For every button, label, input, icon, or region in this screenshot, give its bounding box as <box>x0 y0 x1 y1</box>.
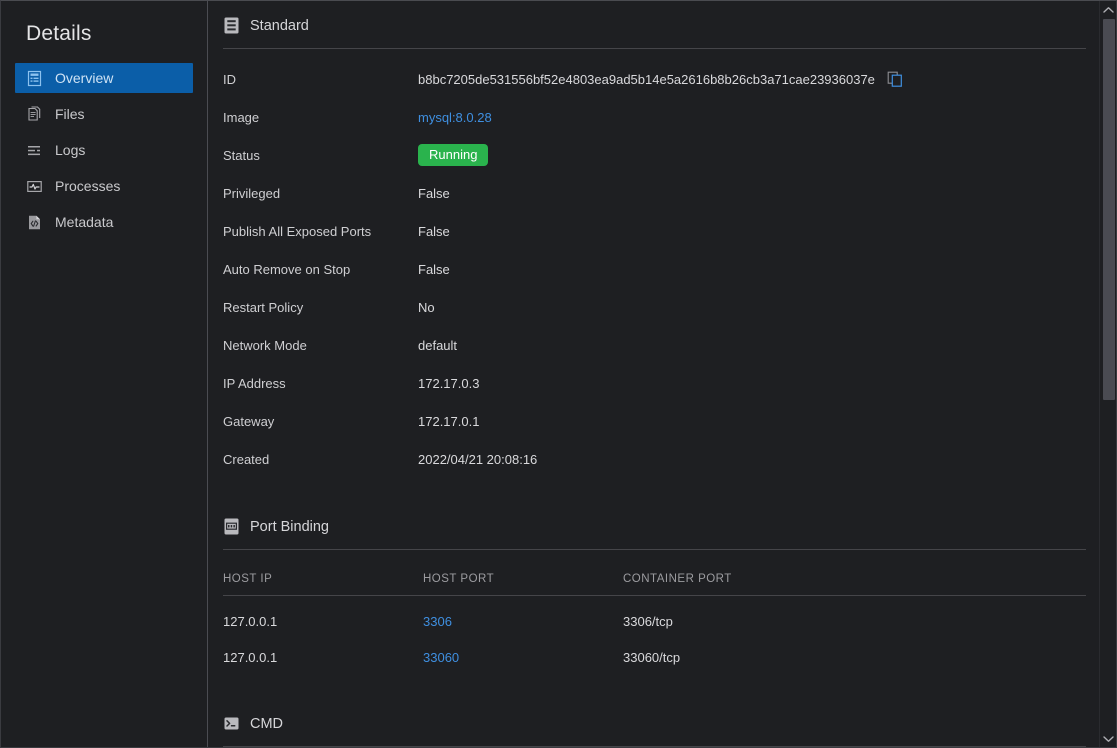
table-row[interactable]: 127.0.0.1 33060 33060/tcp <box>223 639 1086 675</box>
property-row-restart-policy: Restart Policy No <box>223 288 1086 326</box>
property-key: Gateway <box>223 413 275 429</box>
table-row[interactable]: 127.0.0.1 3306 3306/tcp <box>223 603 1086 639</box>
files-icon <box>25 105 43 123</box>
cell-host-port-link[interactable]: 33060 <box>423 650 623 665</box>
section-header-port-binding: Port Binding <box>223 502 1086 535</box>
processes-icon <box>25 177 43 195</box>
property-key: Publish All Exposed Ports <box>223 223 372 239</box>
property-row-auto-remove-on-stop: Auto Remove on Stop False <box>223 250 1086 288</box>
property-value: 172.17.0.3 <box>418 375 480 391</box>
property-row-status: Status Running <box>223 136 1086 174</box>
property-key: Network Mode <box>223 337 307 353</box>
section-title: Standard <box>250 17 309 34</box>
property-key: Image <box>223 109 260 125</box>
property-value-wrapper: b8bc7205de531556bf52e4803ea9ad5b14e5a261… <box>418 71 903 87</box>
content-scroll-area: Standard ID b8bc7205de531556bf52e4803ea9… <box>208 1 1116 747</box>
property-row-gateway: Gateway 172.17.0.1 <box>223 402 1086 440</box>
vertical-scrollbar[interactable] <box>1099 1 1116 747</box>
section-header-cmd: CMD <box>223 699 1086 732</box>
status-badge: Running <box>418 144 489 166</box>
column-header-host-port: HOST PORT <box>423 572 495 585</box>
property-value: No <box>418 299 435 315</box>
property-key: IP Address <box>223 375 286 391</box>
property-key: Privileged <box>223 185 281 201</box>
property-value: False <box>418 185 450 201</box>
content-panel: Standard ID b8bc7205de531556bf52e4803ea9… <box>208 1 1116 747</box>
property-value: 2022/04/21 20:08:16 <box>418 451 538 467</box>
property-row-id: ID b8bc7205de531556bf52e4803ea9ad5b14e5a… <box>223 60 1086 98</box>
property-value: False <box>418 261 450 277</box>
property-value-image-link[interactable]: mysql:8.0.28 <box>418 110 492 125</box>
column-header-host-ip: HOST IP <box>223 572 273 585</box>
section-title: CMD <box>250 715 284 732</box>
property-row-created: Created 2022/04/21 20:08:16 <box>223 440 1086 478</box>
property-value-wrapper: Running <box>418 144 489 166</box>
details-window: Details Overview Files Logs Processes Me… <box>0 0 1117 748</box>
column-header-container-port: CONTAINER PORT <box>623 572 732 585</box>
property-key: Created <box>223 451 270 467</box>
port-binding-table: HOST IP HOST PORT CONTAINER PORT 127.0.0… <box>223 562 1086 675</box>
cell-host-port-link[interactable]: 3306 <box>423 614 623 629</box>
section-divider <box>223 48 1086 49</box>
cell-container-port: 3306/tcp <box>623 613 673 629</box>
metadata-icon <box>25 213 43 231</box>
logs-icon <box>25 141 43 159</box>
property-value: b8bc7205de531556bf52e4803ea9ad5b14e5a261… <box>418 71 875 87</box>
property-value: False <box>418 223 450 239</box>
sidebar-nav: Overview Files Logs Processes Metadata <box>1 63 207 237</box>
table-header-row: HOST IP HOST PORT CONTAINER PORT <box>223 562 1086 596</box>
sidebar-item-label: Overview <box>55 70 114 86</box>
sidebar-item-processes[interactable]: Processes <box>15 171 193 201</box>
property-key: Restart Policy <box>223 299 304 315</box>
cell-container-port: 33060/tcp <box>623 649 681 665</box>
sidebar-item-label: Files <box>55 106 85 122</box>
property-row-privileged: Privileged False <box>223 174 1086 212</box>
sidebar-item-overview[interactable]: Overview <box>15 63 193 93</box>
cell-host-ip: 127.0.0.1 <box>223 649 278 665</box>
standard-properties: ID b8bc7205de531556bf52e4803ea9ad5b14e5a… <box>223 60 1086 478</box>
network-port-icon <box>223 518 240 535</box>
property-key: ID <box>223 71 236 87</box>
section-header-standard: Standard <box>223 1 1086 34</box>
section-divider <box>223 746 1086 747</box>
copy-icon[interactable] <box>887 71 903 87</box>
sidebar-item-logs[interactable]: Logs <box>15 135 193 165</box>
sidebar-item-files[interactable]: Files <box>15 99 193 129</box>
cell-host-ip: 127.0.0.1 <box>223 613 278 629</box>
sidebar-item-label: Logs <box>55 142 86 158</box>
property-value: default <box>418 337 458 353</box>
sidebar-item-metadata[interactable]: Metadata <box>15 207 193 237</box>
sidebar-item-label: Processes <box>55 178 121 194</box>
chevron-up-icon[interactable] <box>1100 1 1116 18</box>
terminal-icon <box>223 715 240 732</box>
chevron-down-icon[interactable] <box>1100 730 1116 747</box>
section-divider <box>223 549 1086 550</box>
property-row-publish-all-exposed-ports: Publish All Exposed Ports False <box>223 212 1086 250</box>
page-title: Details <box>26 22 92 45</box>
sidebar-item-label: Metadata <box>55 214 114 230</box>
property-value: 172.17.0.1 <box>418 413 480 429</box>
property-key: Auto Remove on Stop <box>223 261 351 277</box>
scrollbar-thumb[interactable] <box>1103 19 1115 400</box>
property-row-ip-address: IP Address 172.17.0.3 <box>223 364 1086 402</box>
property-key: Status <box>223 147 260 163</box>
list-document-icon <box>223 17 240 34</box>
section-title: Port Binding <box>250 518 329 535</box>
sidebar: Details Overview Files Logs Processes Me… <box>1 1 208 747</box>
overview-icon <box>25 69 43 87</box>
property-row-image: Image mysql:8.0.28 <box>223 98 1086 136</box>
property-row-network-mode: Network Mode default <box>223 326 1086 364</box>
